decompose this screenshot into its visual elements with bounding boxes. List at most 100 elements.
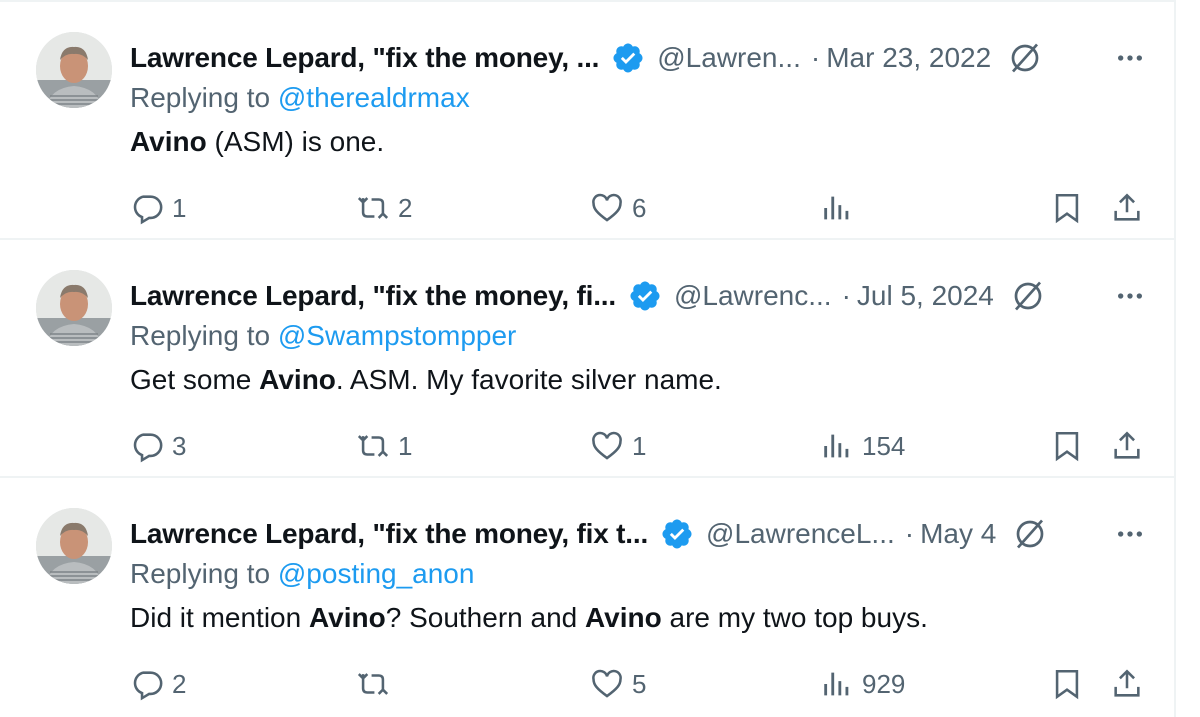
more-options-icon[interactable] (1114, 280, 1146, 312)
author-name[interactable]: Lawrence Lepard, "fix the money, ... (130, 42, 599, 74)
views-button[interactable]: 929 (820, 664, 905, 704)
reply-count: 1 (172, 192, 187, 223)
action-bar: 1 2 6 (130, 188, 1150, 228)
reply-icon (133, 195, 163, 225)
view-count: 929 (862, 668, 906, 699)
text-segment: Avino (308, 602, 386, 633)
reply-icon (133, 671, 163, 701)
separator-dot: · (810, 42, 821, 73)
views-icon (824, 672, 849, 696)
reply-button[interactable]: 1 (130, 188, 186, 228)
repost-count: 2 (398, 192, 413, 223)
separator-dot: · (904, 518, 915, 549)
heart-icon (592, 431, 622, 460)
mention-link[interactable]: @therealdrmax (278, 82, 470, 113)
tweet-text: Did it mention Avino? Southern and Avino… (130, 602, 928, 634)
replying-to-label: Replying to (130, 320, 278, 351)
replying-to-label: Replying to (130, 558, 278, 589)
tweet-header: Lawrence Lepard, "fix the money, fix t..… (130, 514, 1146, 554)
grok-icon[interactable] (1010, 278, 1046, 314)
tweet-date[interactable]: Mar 23, 2022 (826, 42, 991, 74)
tweet[interactable]: Lawrence Lepard, "fix the money, ... @La… (0, 2, 1176, 240)
tweet-date[interactable]: May 4 (920, 518, 996, 550)
tweet-date[interactable]: Jul 5, 2024 (857, 280, 994, 312)
share-icon (1114, 193, 1140, 221)
bookmark-button[interactable] (1050, 188, 1084, 228)
author-name[interactable]: Lawrence Lepard, "fix the money, fi... (130, 280, 616, 312)
share-icon (1114, 669, 1140, 697)
like-count: 6 (632, 192, 647, 223)
repost-icon (357, 197, 389, 219)
like-button[interactable]: 6 (590, 188, 646, 228)
repost-button[interactable]: 2 (356, 188, 412, 228)
repost-icon (357, 435, 389, 457)
share-icon (1114, 431, 1140, 459)
verified-badge-icon[interactable] (628, 279, 662, 313)
author-handle[interactable]: @Lawren... (657, 42, 801, 74)
grok-icon[interactable] (1012, 516, 1048, 552)
more-options-icon[interactable] (1114, 42, 1146, 74)
avatar[interactable] (36, 508, 112, 584)
bookmark-icon (1055, 193, 1079, 224)
grok-icon[interactable] (1007, 40, 1043, 76)
like-button[interactable]: 1 (590, 426, 646, 466)
text-segment: Get some (130, 364, 260, 395)
text-segment: . ASM. My favorite silver name. (335, 364, 722, 395)
verified-badge-icon[interactable] (611, 41, 645, 75)
tweet-header: Lawrence Lepard, "fix the money, fi... @… (130, 276, 1146, 316)
reply-button[interactable]: 2 (130, 664, 186, 704)
text-segment: are my two top buys. (661, 602, 928, 633)
author-handle[interactable]: @Lawrenc... (674, 280, 832, 312)
mention-link[interactable]: @posting_anon (278, 558, 475, 589)
share-button[interactable] (1110, 188, 1144, 228)
tweet-text: Get some Avino. ASM. My favorite silver … (130, 364, 722, 396)
views-button[interactable] (820, 188, 862, 228)
heart-icon (592, 193, 622, 222)
reply-feed: Lawrence Lepard, "fix the money, ... @La… (0, 0, 1176, 717)
heart-icon (592, 669, 622, 698)
bookmark-icon (1055, 431, 1079, 462)
repost-count: 1 (398, 430, 413, 461)
more-options-icon[interactable] (1114, 518, 1146, 550)
like-button[interactable]: 5 (590, 664, 646, 704)
repost-button[interactable] (356, 664, 398, 704)
repost-button[interactable]: 1 (356, 426, 412, 466)
like-count: 5 (632, 668, 647, 699)
tweet[interactable]: Lawrence Lepard, "fix the money, fix t..… (0, 478, 1176, 716)
verified-badge-icon[interactable] (660, 517, 694, 551)
replying-to-line: Replying to @Swampstompper (130, 320, 516, 352)
views-button[interactable]: 154 (820, 426, 905, 466)
like-count: 1 (632, 430, 647, 461)
reply-count: 2 (172, 668, 187, 699)
action-bar: 3 1 1 154 (130, 426, 1150, 466)
tweet[interactable]: Lawrence Lepard, "fix the money, fi... @… (0, 240, 1176, 478)
replying-to-line: Replying to @therealdrmax (130, 82, 470, 114)
author-handle[interactable]: @LawrenceL... (706, 518, 895, 550)
reply-count: 3 (172, 430, 187, 461)
bookmark-button[interactable] (1050, 426, 1084, 466)
action-bar: 2 5 929 (130, 664, 1150, 704)
share-button[interactable] (1110, 664, 1144, 704)
views-icon (824, 434, 849, 458)
text-segment: Avino (259, 364, 336, 395)
text-segment: (ASM) is one. (206, 126, 385, 157)
text-segment: ? Southern and (385, 602, 585, 633)
avatar[interactable] (36, 270, 112, 346)
mention-link[interactable]: @Swampstompper (278, 320, 517, 351)
repost-icon (357, 673, 389, 695)
text-segment: Avino (130, 126, 207, 157)
text-segment: Did it mention (130, 602, 309, 633)
avatar[interactable] (36, 32, 112, 108)
views-icon (824, 196, 849, 220)
reply-button[interactable]: 3 (130, 426, 186, 466)
replying-to-line: Replying to @posting_anon (130, 558, 474, 590)
author-name[interactable]: Lawrence Lepard, "fix the money, fix t..… (130, 518, 648, 550)
tweet-text: Avino (ASM) is one. (130, 126, 384, 158)
share-button[interactable] (1110, 426, 1144, 466)
bookmark-icon (1055, 669, 1079, 700)
text-segment: Avino (585, 602, 662, 633)
tweet-header: Lawrence Lepard, "fix the money, ... @La… (130, 38, 1146, 78)
reply-icon (133, 433, 163, 463)
separator-dot: · (841, 280, 851, 311)
bookmark-button[interactable] (1050, 664, 1084, 704)
